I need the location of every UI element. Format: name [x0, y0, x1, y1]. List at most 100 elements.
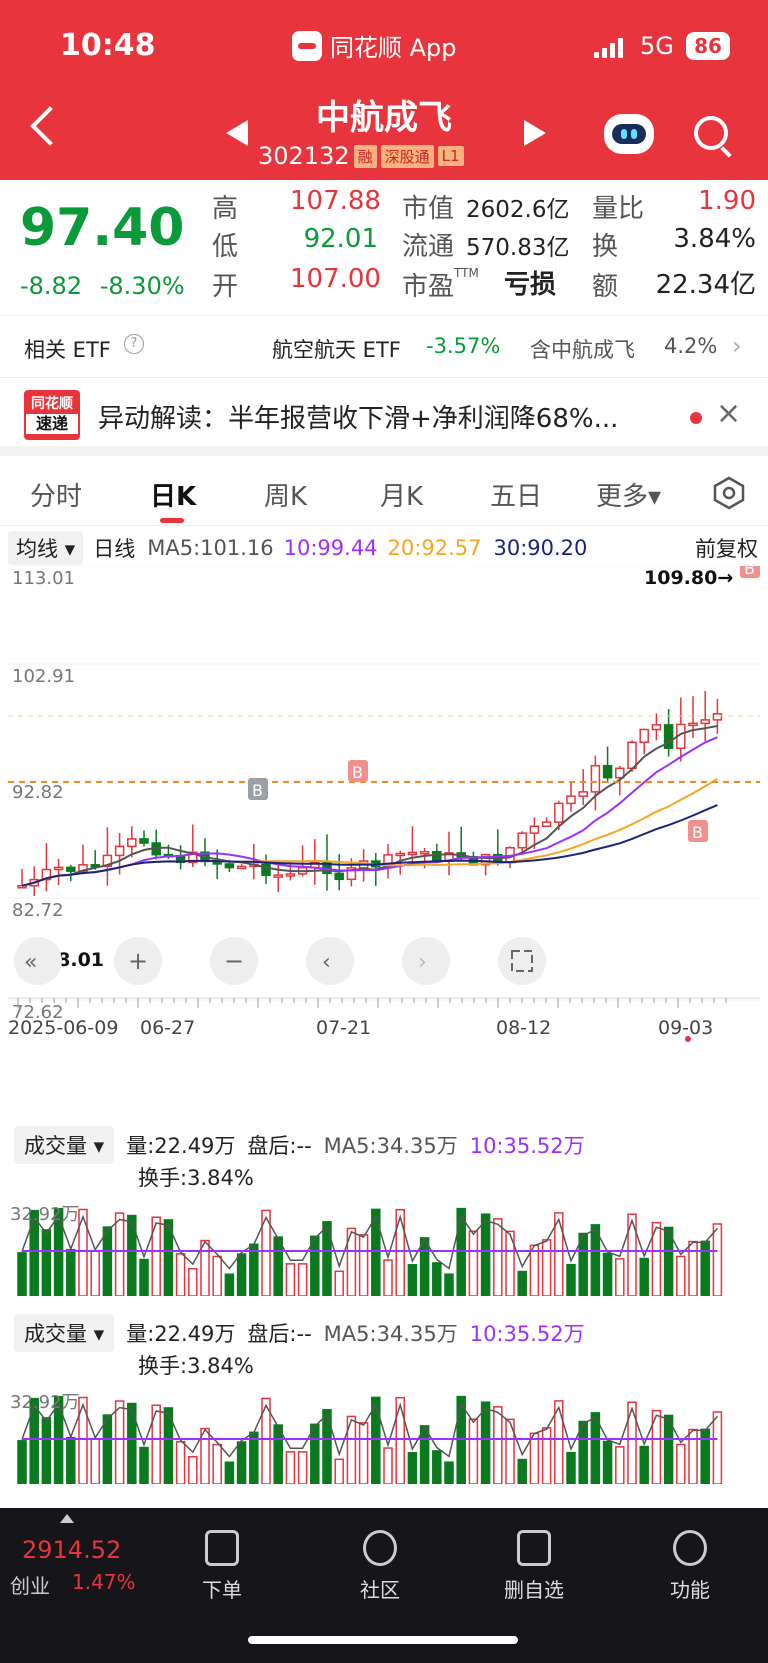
period-label: 日线 [93, 537, 136, 561]
index-pct: 1.47% [72, 1570, 136, 1594]
margin-tag: 融 [353, 144, 377, 168]
ma5-value: MA5:101.16 [147, 536, 274, 560]
index-value[interactable]: 2914.52 [22, 1536, 121, 1564]
volume-panel: 成交量 ▾ 量:22.49万 盘后:-- MA5:34.35万 10:35.52… [0, 1116, 768, 1300]
volume-bar [407, 1264, 418, 1296]
float-value: 570.83亿 [466, 235, 570, 261]
volume-bar [212, 1255, 222, 1296]
expand-icon[interactable] [60, 1514, 74, 1523]
volume-bar [188, 1268, 198, 1296]
candle-body [419, 850, 430, 855]
kline-chart[interactable]: 113.01102.9192.8282.7272.62 109.80→ ←78.… [8, 566, 760, 1056]
adjust-label[interactable]: 前复权 [695, 533, 758, 563]
volume-bar [200, 1239, 210, 1296]
ma20-value: 20:92.57 [387, 536, 482, 560]
tab-daily-k[interactable]: 日K [150, 476, 196, 513]
candle-body [529, 825, 540, 834]
volume-bar [90, 1437, 100, 1484]
volume-bar [456, 1207, 466, 1296]
search-icon[interactable] [694, 116, 728, 150]
community-icon [363, 1530, 397, 1566]
volume-bar [273, 1236, 283, 1296]
help-icon[interactable]: ? [124, 334, 144, 354]
nav-order[interactable]: 下单 [172, 1530, 272, 1603]
pan-left-icon: ‹ [306, 937, 354, 985]
zoom-in-icon: + [114, 937, 162, 985]
stock-code: 302132 [258, 142, 350, 170]
candle-body [407, 851, 418, 856]
mcap-value: 2602.6亿 [466, 197, 570, 223]
volume-bar [541, 1239, 552, 1296]
status-time: 10:48 [60, 28, 156, 63]
pan-right-icon: › [402, 937, 450, 985]
candle-body [700, 719, 710, 725]
volume-bar [700, 1428, 710, 1484]
candle-body [127, 838, 137, 848]
volume-bar [188, 1456, 198, 1484]
candle-body [273, 874, 283, 878]
volume-bar [541, 1427, 552, 1484]
nav-community[interactable]: 社区 [330, 1530, 430, 1603]
volume-bar [41, 1417, 52, 1484]
related-etf-row[interactable]: 相关 ETF ? 航空航天 ETF -3.57% 含中航成飞 4.2% › [0, 316, 768, 378]
volume-bar [419, 1425, 430, 1484]
volume-chart-secondary[interactable]: 32.92万 [8, 1374, 760, 1484]
volume-bar [334, 1270, 344, 1296]
tab-five-day[interactable]: 五日 [490, 476, 542, 513]
etf-pct: -3.57% [426, 334, 501, 358]
volume-bar [358, 1234, 369, 1296]
volume-bar [432, 1262, 442, 1296]
volume-bar [407, 1452, 418, 1484]
assistant-robot-icon[interactable] [604, 114, 654, 154]
volume-bar [615, 1446, 625, 1484]
candle-body [517, 832, 527, 849]
svg-text:B: B [692, 823, 703, 842]
nav-functions[interactable]: 功能 [640, 1530, 740, 1603]
tab-monthly-k[interactable]: 月K [380, 476, 423, 513]
volume-bar [41, 1229, 52, 1296]
tab-fenshi[interactable]: 分时 [30, 476, 82, 513]
bottom-nav: 2914.52 创业 1.47% 下单 社区 删自选 功能 [0, 1508, 768, 1663]
candle-body [712, 713, 723, 721]
volume-ratio-label: 量比 [592, 194, 645, 224]
low-label: 低 [212, 232, 239, 262]
volume-bar [480, 1213, 491, 1296]
nav-remove-watchlist[interactable]: 删自选 [484, 1530, 584, 1603]
volume-value: 量:22.49万 [126, 1134, 236, 1158]
volume-bar [249, 1243, 259, 1296]
etf-weight: 4.2% [664, 334, 718, 358]
volume-bar [688, 1240, 698, 1296]
news-dot-icon [690, 412, 702, 424]
close-icon[interactable]: × [716, 396, 741, 431]
volume-selector-secondary[interactable]: 成交量 ▾ [14, 1314, 115, 1352]
tab-more[interactable]: 更多▾ [596, 476, 661, 513]
volume-bar [383, 1447, 393, 1484]
candle-body [139, 838, 149, 844]
volume-chart[interactable]: 32.92万 [8, 1186, 760, 1296]
volume-bar [444, 1273, 454, 1296]
volume-bar [17, 1440, 27, 1484]
volume-bar [224, 1273, 235, 1296]
volume-bar [712, 1223, 723, 1296]
tab-weekly-k[interactable]: 周K [264, 476, 307, 513]
svg-text:B: B [352, 763, 363, 782]
volume-bar [529, 1432, 540, 1484]
news-banner[interactable]: 同花顺 速递 异动解读：半年报营收下滑+净利润降68%... × [0, 380, 768, 456]
volume-bar [334, 1458, 344, 1484]
volume-bar [493, 1406, 503, 1484]
volume-bar [297, 1451, 308, 1484]
ma-selector[interactable]: 均线 ▾ [8, 531, 84, 565]
app-indicator[interactable]: 同花顺 App [292, 28, 457, 63]
next-stock-icon[interactable] [524, 120, 546, 146]
volume-ma5-secondary: MA5:34.35万 [323, 1322, 458, 1346]
candle-body [395, 852, 405, 857]
settings-hexagon-icon[interactable] [712, 476, 746, 510]
volume-bar [566, 1263, 576, 1296]
volume-bar [90, 1249, 100, 1296]
volume-selector[interactable]: 成交量 ▾ [14, 1126, 115, 1164]
pe-ttm: TTM [454, 266, 479, 280]
connect-tag: 深股通 [380, 144, 434, 168]
volume-bar [114, 1212, 125, 1296]
volume-bar [480, 1401, 491, 1484]
mcap-label: 市值 [402, 194, 455, 224]
